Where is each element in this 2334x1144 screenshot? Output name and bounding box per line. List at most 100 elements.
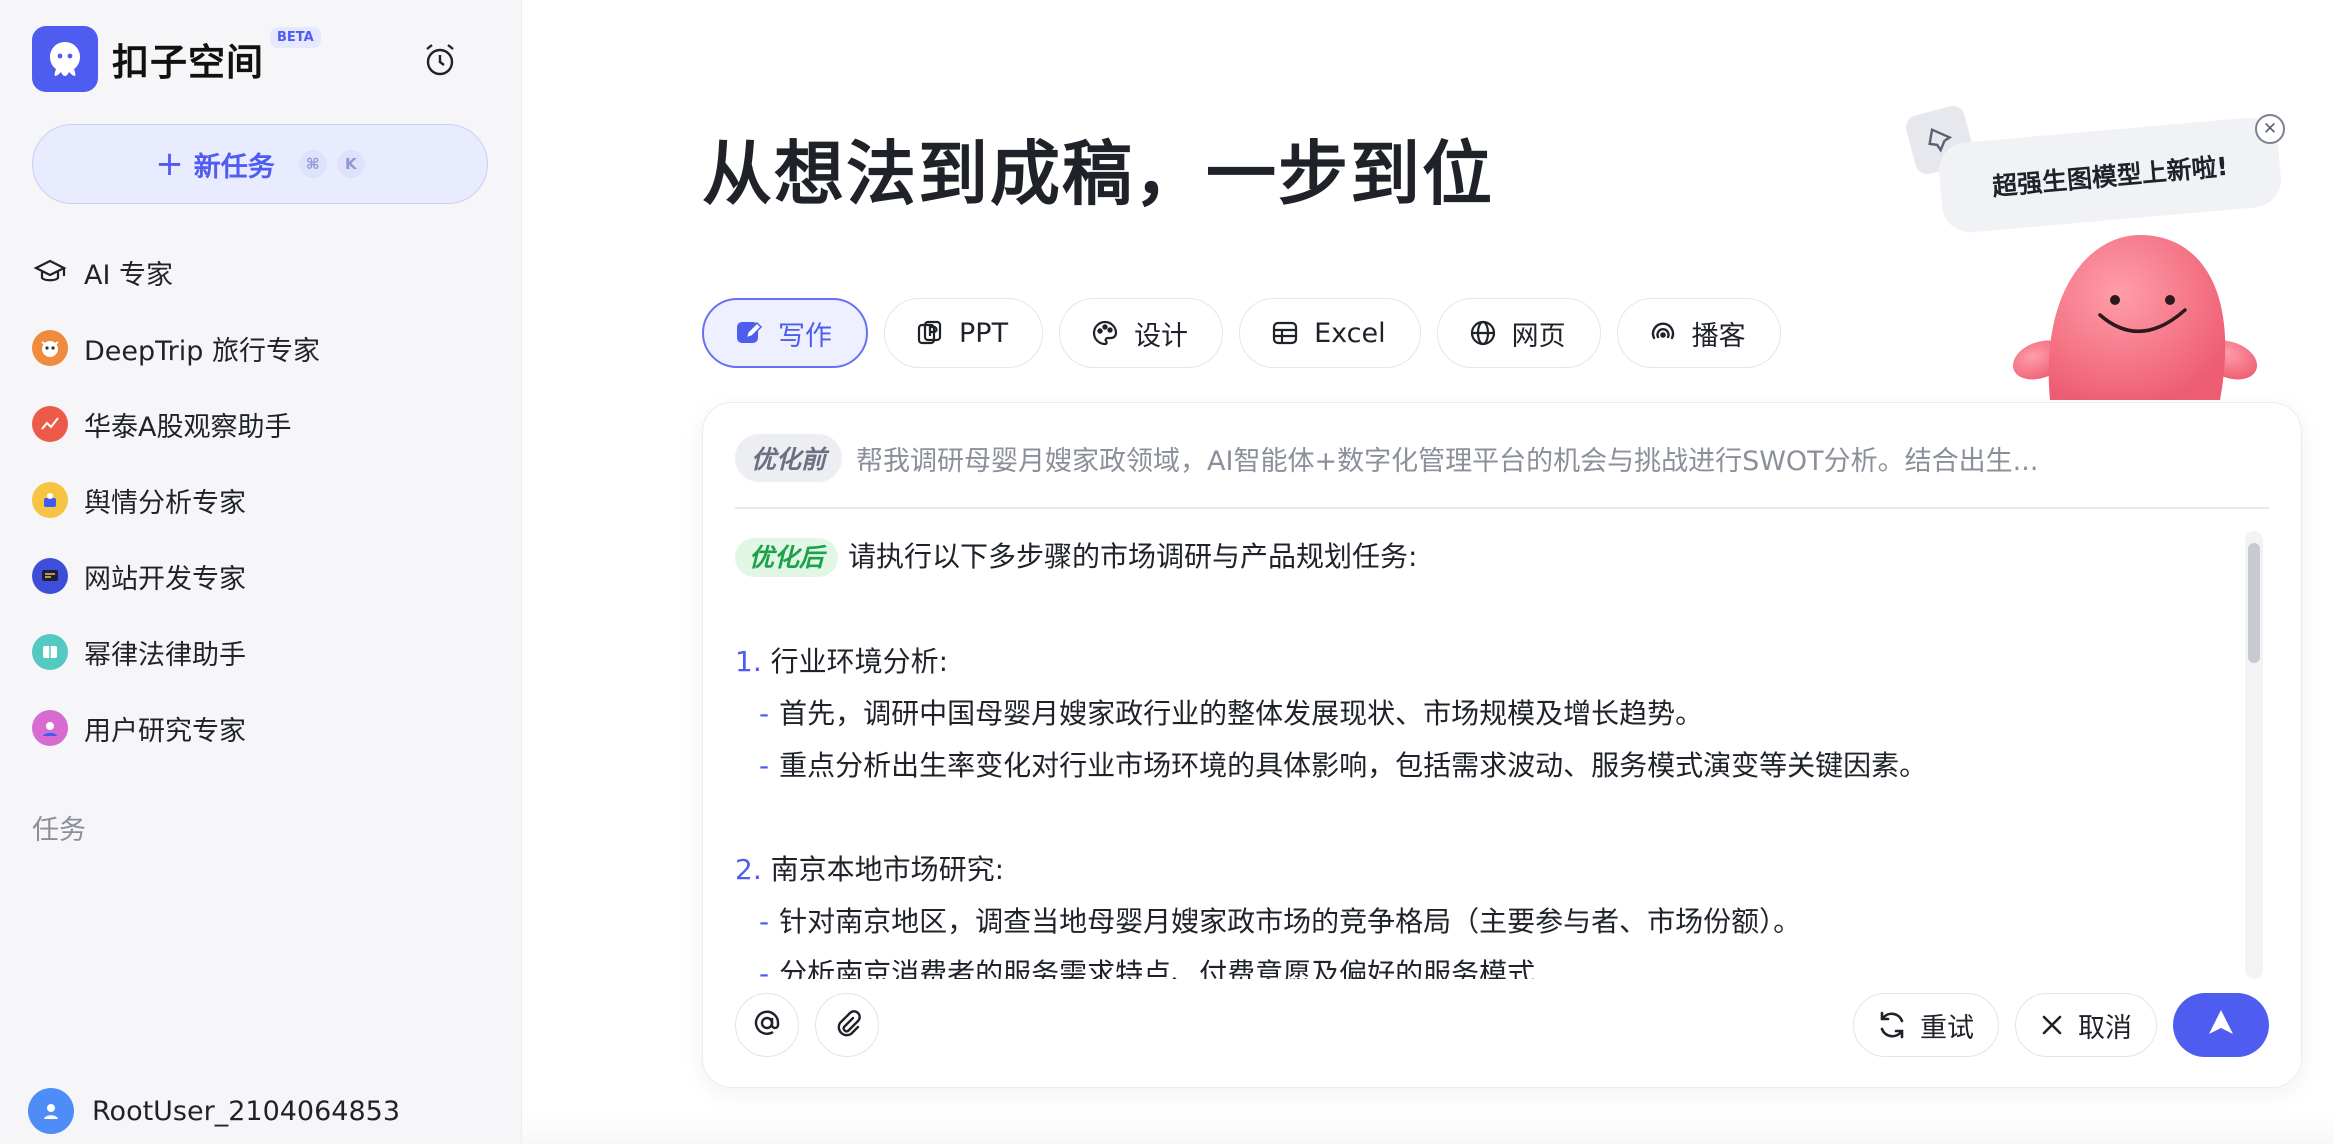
bullet-text: 重点分析出生率变化对行业市场环境的具体影响，包括需求波动、服务模式演变等关键因素… xyxy=(779,749,1928,782)
tab-excel[interactable]: Excel xyxy=(1239,298,1421,368)
bullet-text: 首先，调研中国母婴月嫂家政行业的整体发展现状、市场规模及增长趋势。 xyxy=(779,697,1704,730)
nav-item-deeptrip[interactable]: DeepTrip 旅行专家 xyxy=(32,310,492,386)
after-tag: 优化后 xyxy=(735,538,839,577)
editor-actions: 重试 取消 xyxy=(1837,993,2269,1057)
bottom-fade xyxy=(522,1114,2334,1144)
retry-button[interactable]: 重试 xyxy=(1853,993,1999,1057)
send-arrow-icon xyxy=(2203,1005,2239,1045)
tab-label: PPT xyxy=(959,317,1009,349)
attach-button[interactable] xyxy=(815,993,879,1057)
nav-item-label: 舆情分析专家 xyxy=(84,487,246,519)
bullet-dash: - xyxy=(759,697,770,730)
promo-banner[interactable]: 超强生图模型上新啦! ✕ xyxy=(1900,100,2300,400)
palette-icon xyxy=(1090,318,1120,348)
promo-text: 超强生图模型上新啦! xyxy=(1936,115,2284,235)
bullet-text: 针对南京地区，调查当地母婴月嫂家政市场的竞争格局（主要参与者、市场份额）。 xyxy=(779,905,1802,938)
paperclip-icon xyxy=(831,1007,863,1043)
tab-webpage[interactable]: 网页 xyxy=(1436,298,1601,368)
section-title: 南京本地市场研究: xyxy=(770,853,1005,886)
section-number: 2. xyxy=(735,853,762,886)
tab-ppt[interactable]: PPT xyxy=(884,298,1044,368)
bullet-line: - 针对南京地区，调查当地母婴月嫂家政市场的竞争格局（主要参与者、市场份额）。 xyxy=(735,896,2225,948)
globe-icon xyxy=(1468,318,1498,348)
tab-podcast[interactable]: 播客 xyxy=(1616,298,1781,368)
user-name: RootUser_2104064853 xyxy=(92,1095,400,1127)
nav-item-label: 幂律法律助手 xyxy=(84,639,246,671)
cancel-button[interactable]: 取消 xyxy=(2015,993,2157,1057)
send-button[interactable] xyxy=(2173,993,2269,1057)
optimized-prompt-textarea[interactable]: 优化后 请执行以下多步骤的市场调研与产品规划任务: 1. 行业环境分析: - 首先，… xyxy=(735,531,2225,979)
shortcut-cmd-key: ⌘ xyxy=(298,150,327,178)
deeptrip-avatar-icon xyxy=(32,330,68,366)
cancel-label: 取消 xyxy=(2078,1012,2132,1044)
nav-item-user-research[interactable]: 用户研究专家 xyxy=(32,690,492,766)
bullet-text: 分析南京消费者的服务需求特点、付费意愿及偏好的服务模式 xyxy=(779,957,1536,979)
original-prompt-text: 帮我调研母婴月嫂家政领域，AI智能体+数字化管理平台的机会与挑战进行SWOT分析… xyxy=(856,445,2039,477)
optimized-intro-line: 优化后 请执行以下多步骤的市场调研与产品规划任务: xyxy=(735,531,2225,584)
at-sign-icon xyxy=(751,1007,783,1043)
nav-item-label: 华泰A股观察助手 xyxy=(84,411,292,443)
scrollbar-thumb[interactable] xyxy=(2248,543,2260,663)
shortcut-k-key: K xyxy=(336,150,365,178)
optimized-intro: 请执行以下多步骤的市场调研与产品规划任务: xyxy=(848,540,1418,573)
brand[interactable]: 扣子空间 BETA xyxy=(32,26,321,92)
graduation-cap-icon xyxy=(32,254,68,290)
tab-design[interactable]: 设计 xyxy=(1059,298,1224,368)
tab-writing[interactable]: 写作 xyxy=(702,298,868,368)
section-number: 1. xyxy=(735,645,762,678)
webdev-avatar-icon xyxy=(32,558,68,594)
logo-icon xyxy=(32,26,98,92)
nav-item-law[interactable]: 幂律法律助手 xyxy=(32,614,492,690)
brand-name: 扣子空间 xyxy=(112,41,264,84)
mention-button[interactable] xyxy=(735,993,799,1057)
mode-tabs: 写作 PPT 设计 Excel 网页 播客 xyxy=(702,298,1797,368)
nav-item-label: 用户研究专家 xyxy=(84,715,246,747)
nav-item-label: 网站开发专家 xyxy=(84,563,246,595)
ppt-icon xyxy=(915,318,945,348)
bullet-line: - 分析南京消费者的服务需求特点、付费意愿及偏好的服务模式 xyxy=(735,948,2225,979)
close-icon xyxy=(2038,1011,2066,1039)
tasks-section-label: 任务 xyxy=(32,815,86,846)
editor-scrollbar[interactable] xyxy=(2245,531,2263,979)
nav-item-ai-expert[interactable]: AI 专家 xyxy=(32,234,492,310)
huatai-avatar-icon xyxy=(32,406,68,442)
sidebar: 扣子空间 BETA + 新任务 ⌘ K AI 专家 DeepTrip 旅行专家 … xyxy=(0,0,522,1144)
section-title: 行业环境分析: xyxy=(770,645,949,678)
pink-mascot-image xyxy=(2010,230,2270,404)
prompt-editor: 优化前 帮我调研母婴月嫂家政领域，AI智能体+数字化管理平台的机会与挑战进行SW… xyxy=(702,402,2302,1088)
beta-badge: BETA xyxy=(270,26,321,48)
tab-label: 设计 xyxy=(1134,320,1189,352)
user-avatar-icon xyxy=(28,1088,74,1134)
podcast-icon xyxy=(1648,318,1678,348)
plus-icon: + xyxy=(155,144,184,184)
section-heading: 2. 南京本地市场研究: xyxy=(735,844,2225,896)
page-title: 从想法到成稿，一步到位 xyxy=(702,133,1494,215)
writing-icon xyxy=(734,318,764,348)
tab-label: 写作 xyxy=(778,320,832,352)
section-heading: 1. 行业环境分析: xyxy=(735,636,2225,688)
alarm-clock-icon[interactable] xyxy=(420,40,460,80)
nav-item-webdev[interactable]: 网站开发专家 xyxy=(32,538,492,614)
nav-item-label: DeepTrip 旅行专家 xyxy=(84,335,320,367)
tab-label: 播客 xyxy=(1691,320,1746,352)
user-profile[interactable]: RootUser_2104064853 xyxy=(28,1088,400,1134)
tab-label: Excel xyxy=(1314,317,1386,349)
refresh-icon xyxy=(1876,1009,1908,1041)
bullet-line: - 重点分析出生率变化对行业市场环境的具体影响，包括需求波动、服务模式演变等关键因… xyxy=(735,740,2225,792)
editor-tools xyxy=(735,993,895,1057)
before-tag: 优化前 xyxy=(735,434,843,482)
nav-item-label: AI 专家 xyxy=(84,259,174,291)
bullet-dash: - xyxy=(759,749,770,782)
bullet-line: - 首先，调研中国母婴月嫂家政行业的整体发展现状、市场规模及增长趋势。 xyxy=(735,688,2225,740)
promo-close-icon[interactable]: ✕ xyxy=(2255,114,2285,144)
bullet-dash: - xyxy=(759,957,770,979)
sentiment-avatar-icon xyxy=(32,482,68,518)
nav-item-sentiment[interactable]: 舆情分析专家 xyxy=(32,462,492,538)
expert-nav: AI 专家 DeepTrip 旅行专家 华泰A股观察助手 舆情分析专家 网站开发… xyxy=(32,234,492,766)
retry-label: 重试 xyxy=(1920,1012,1974,1044)
nav-item-huatai[interactable]: 华泰A股观察助手 xyxy=(32,386,492,462)
divider xyxy=(735,507,2269,509)
new-task-button[interactable]: + 新任务 ⌘ K xyxy=(32,124,488,204)
